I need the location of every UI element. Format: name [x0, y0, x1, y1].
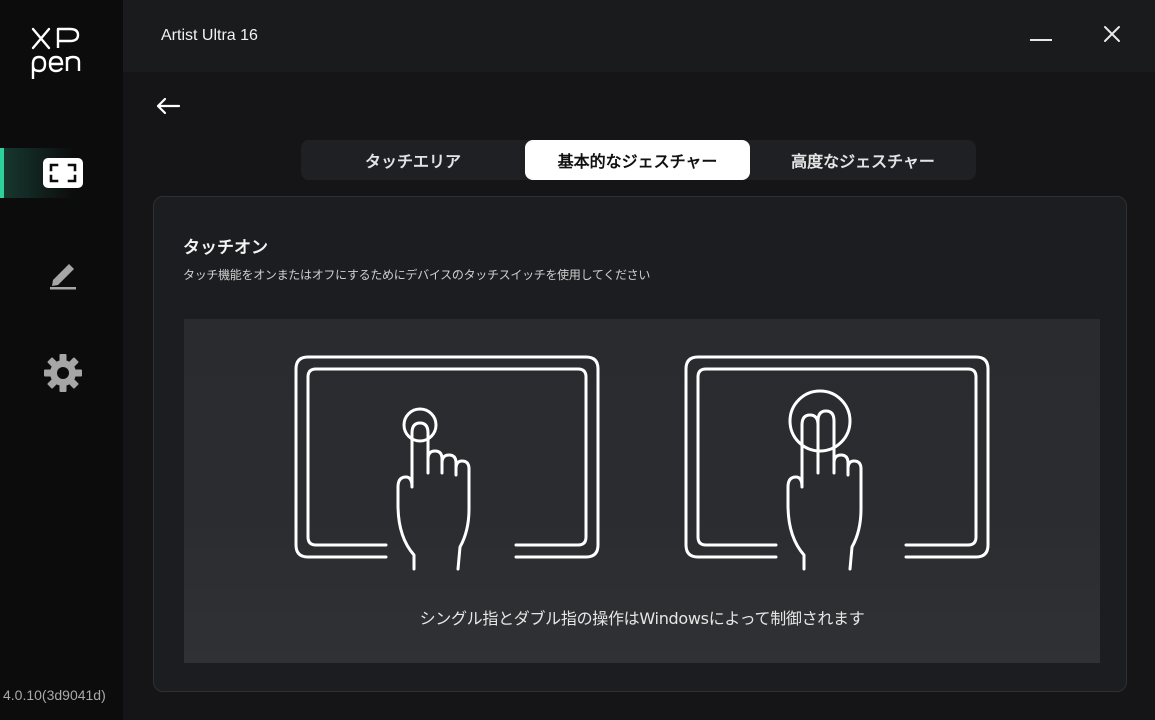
- touch-on-card: タッチオン タッチ機能をオンまたはオフにするためにデバイスのタッチスイッチを使用…: [153, 196, 1127, 692]
- screen-frame-icon: [40, 153, 86, 193]
- sidebar-item-touch-area[interactable]: [0, 148, 123, 198]
- double-finger-tap-icon: [684, 355, 990, 571]
- back-arrow-icon: [155, 97, 181, 119]
- illustration-caption: シングル指とダブル指の操作はWindowsによって制御されます: [419, 609, 865, 628]
- close-button[interactable]: [1094, 20, 1130, 52]
- tab-advanced-gestures[interactable]: 高度なジェスチャー: [750, 140, 976, 180]
- gesture-illustration: シングル指とダブル指の操作はWindowsによって制御されます: [184, 319, 1100, 663]
- xppen-logo: [28, 24, 92, 80]
- main-panel: タッチエリア 基本的なジェスチャー 高度なジェスチャー タッチオン タッチ機能を…: [123, 72, 1155, 720]
- app-version: 4.0.10(3d9041d): [3, 687, 106, 703]
- tab-touch-area[interactable]: タッチエリア: [301, 140, 525, 180]
- close-icon: [1103, 25, 1121, 47]
- back-button[interactable]: [151, 94, 185, 122]
- title-bar: Artist Ultra 16: [123, 0, 1155, 72]
- card-title: タッチオン: [183, 238, 268, 258]
- sidebar-item-settings[interactable]: [0, 348, 123, 398]
- minimize-icon: [1030, 27, 1052, 46]
- gear-icon: [40, 353, 86, 393]
- tab-basic-gestures[interactable]: 基本的なジェスチャー: [525, 140, 750, 180]
- gesture-tabs: タッチエリア 基本的なジェスチャー 高度なジェスチャー: [301, 140, 976, 180]
- sidebar-item-pen[interactable]: [0, 248, 123, 298]
- device-title: Artist Ultra 16: [161, 27, 258, 44]
- sidebar: 4.0.10(3d9041d): [0, 0, 123, 720]
- single-finger-tap-icon: [294, 355, 600, 571]
- minimize-button[interactable]: [1023, 20, 1059, 52]
- pen-icon: [40, 253, 86, 293]
- card-description: タッチ機能をオンまたはオフにするためにデバイスのタッチスイッチを使用してください: [183, 268, 651, 282]
